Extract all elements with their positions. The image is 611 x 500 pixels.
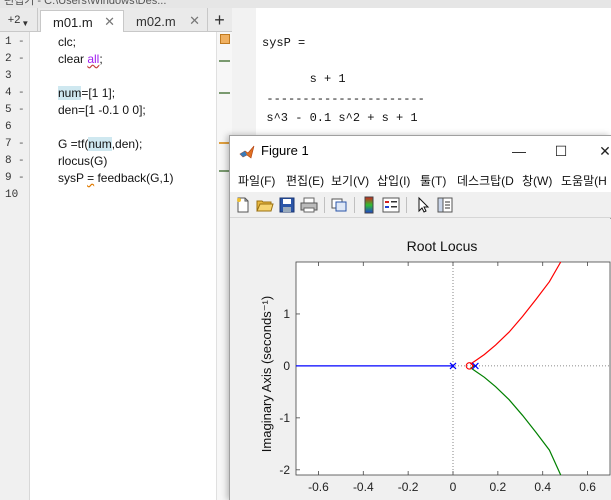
plot-area[interactable]: Root Locus Imaginary Axis (seconds⁻¹) -0… [230,219,611,500]
editor-title-bar: 편집기 - C:\Users\Windows\Des... [0,0,232,8]
y-tick-label: -2 [279,463,290,477]
x-tick-label: 0.4 [534,480,551,494]
figure-toolbar [230,192,611,218]
line-number-gutter: 1- 2- 3 4- 5- 6 7- 8- 9- 10 [0,32,30,500]
property-editor-icon[interactable] [436,196,454,214]
menu-edit[interactable]: 편집(E) [286,172,324,189]
line-number: 3 [5,70,12,82]
toolbar-separator [406,197,407,213]
output-var-line: sysP = [262,36,306,50]
close-button[interactable]: ✕ [594,141,611,161]
line-number: 8- [5,155,25,167]
x-tick-label: 0.6 [579,480,596,494]
code-line-4: num=[1 1]; [58,86,116,100]
x-tick-label: -0.2 [398,480,419,494]
print-icon[interactable] [300,196,318,214]
y-tick-label: 1 [283,307,290,321]
menu-desktop[interactable]: 데스크탑(D [457,172,514,189]
x-tick-label: -0.4 [353,480,374,494]
figure-title: Figure 1 [261,143,309,158]
figure-menu-bar: 파일(F) 편집(E) 보기(V) 삽입(I) 툴(T) 데스크탑(D 창(W)… [230,166,611,192]
y-axis-label: Imaginary Axis (seconds⁻¹) [259,296,274,452]
close-icon[interactable]: ✕ [104,14,115,30]
pointer-icon[interactable] [414,196,432,214]
y-tick-label: 0 [283,359,290,373]
line-number: 6 [5,121,12,133]
save-icon[interactable] [278,196,296,214]
code-line-1: clc; [58,35,76,49]
editor-tab-bar: +2 ▼ m01.m ✕ m02.m ✕ + [0,8,232,33]
close-icon[interactable]: ✕ [189,13,200,29]
warning-indicator-icon[interactable] [220,34,230,44]
menu-window[interactable]: 창(W) [522,172,552,189]
tab-list-count: +2 [7,14,21,26]
x-tick-label: 0 [450,480,457,494]
maximize-button[interactable]: ☐ [550,141,572,161]
code-line-2: clear all; [58,52,103,66]
minimize-button[interactable]: — [508,141,530,161]
marker-line[interactable] [219,60,230,62]
tab-label: m01.m [53,14,93,30]
x-tick-label: -0.6 [308,480,329,494]
x-tick-label: 0.2 [490,480,507,494]
new-figure-icon[interactable] [234,196,252,214]
output-numerator: s + 1 [252,72,346,86]
menu-view[interactable]: 보기(V) [331,172,369,189]
code-line-5: den=[1 -0.1 0 0]; [58,103,146,117]
marker-line[interactable] [219,92,230,94]
toolbar-separator [354,197,355,213]
tab-m01[interactable]: m01.m ✕ [40,10,124,33]
line-number: 7- [5,138,25,150]
line-number: 9- [5,172,25,184]
code-line-7: G =tf(num,den); [58,137,143,151]
editor-title-text: 편집기 - C:\Users\Windows\Des... [4,0,167,7]
line-number: 4- [5,87,25,99]
figure-title-bar[interactable]: Figure 1 — ☐ ✕ [230,136,611,166]
open-file-icon[interactable] [256,196,274,214]
line-number: 10 [5,189,19,201]
toolbar-separator [324,197,325,213]
legend-icon[interactable] [382,196,400,214]
output-divider: ---------------------- [252,92,425,106]
chart-title: Root Locus [407,238,478,254]
chevron-down-icon: ▼ [21,18,30,28]
menu-insert[interactable]: 삽입(I) [377,172,410,189]
editor-panel: 편집기 - C:\Users\Windows\Des... +2 ▼ m01.m… [0,0,232,500]
code-area[interactable]: clc; clear all; num=[1 1]; den=[1 -0.1 0… [30,32,216,500]
tab-m02[interactable]: m02.m ✕ [124,10,208,33]
link-plot-icon[interactable] [330,196,348,214]
y-tick-label: -1 [279,411,290,425]
code-line-8: rlocus(G) [58,154,108,168]
figure-window[interactable]: Figure 1 — ☐ ✕ 파일(F) 편집(E) 보기(V) 삽입(I) 툴… [229,135,611,500]
matlab-logo-icon [239,145,255,159]
menu-tools[interactable]: 툴(T) [420,172,446,189]
new-tab-button[interactable]: + [207,8,231,32]
axes: -0.6 -0.4 -0.2 0 0.2 0.4 0.6 1 0 -1 -2 [279,261,611,494]
command-window-header [232,0,611,8]
line-number: 5- [5,104,25,116]
root-locus-chart[interactable]: Root Locus Imaginary Axis (seconds⁻¹) -0… [230,219,611,500]
menu-help[interactable]: 도움말(H [561,172,607,189]
line-number: 2- [5,53,25,65]
y-axis-label-text: Imaginary Axis (seconds⁻¹) [259,296,274,452]
code-line-9: sysP = feedback(G,1) [58,171,174,185]
menu-file[interactable]: 파일(F) [238,172,275,189]
axes-box [295,261,611,476]
tab-list-button[interactable]: +2 ▼ [0,8,38,32]
tab-label: m02.m [136,14,176,29]
output-denominator: s^3 - 0.1 s^2 + s + 1 [252,111,418,125]
line-number: 1- [5,36,25,48]
colorbar-icon[interactable] [360,196,378,214]
